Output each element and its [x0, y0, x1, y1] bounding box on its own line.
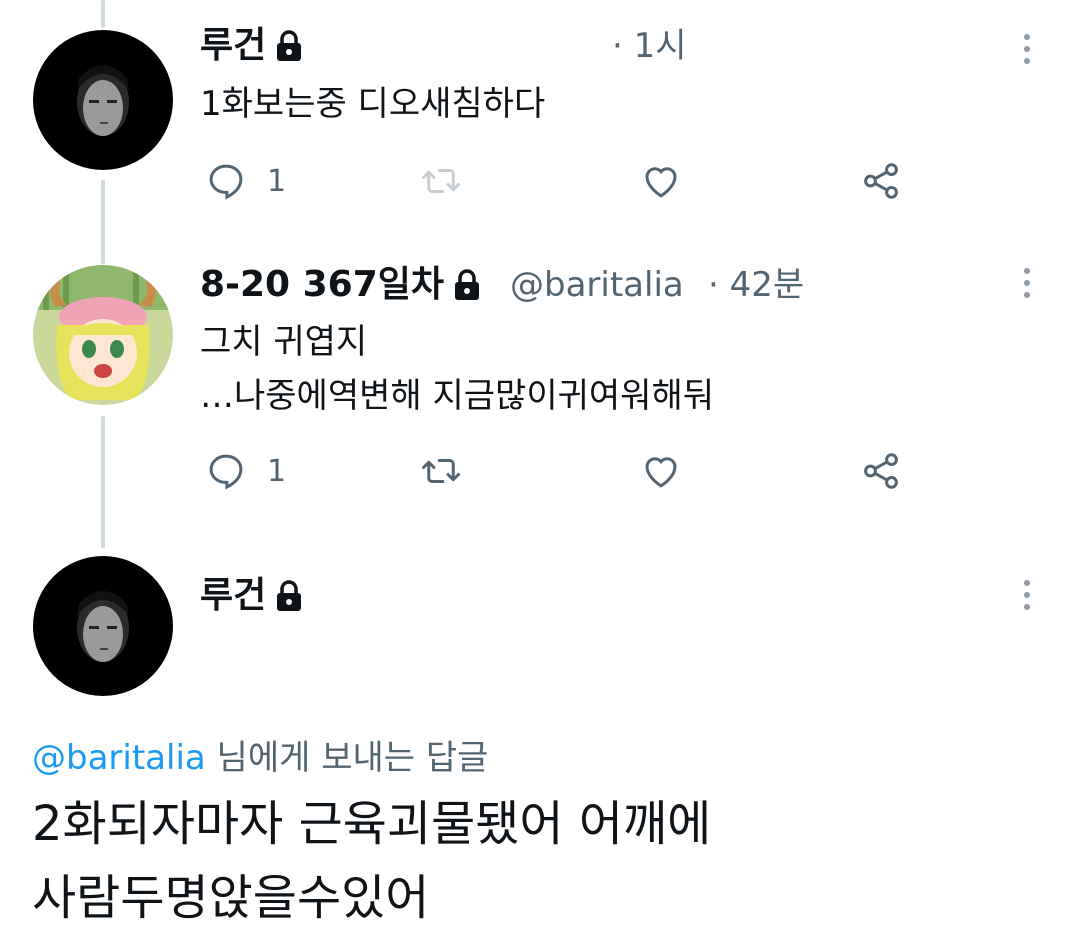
display-name-text[interactable]: 8-20 367일차	[200, 263, 444, 307]
tweet-text-line: 사람두명앉을수있어	[32, 870, 430, 926]
reply-button[interactable]: 1	[205, 160, 286, 202]
avatar[interactable]	[33, 556, 173, 696]
share-icon	[864, 163, 898, 199]
more-icon[interactable]	[1022, 580, 1032, 616]
lock-icon	[455, 269, 480, 300]
share-icon	[864, 453, 898, 489]
thread-line-top	[101, 0, 105, 28]
reply-button[interactable]: 1	[205, 450, 286, 492]
reply-count: 1	[267, 163, 287, 199]
reply-context: @baritalia 님에게 보내는 답글	[32, 730, 488, 779]
timestamp[interactable]: · 1시	[612, 24, 687, 68]
tweet-text-line: 2화되자마자 근육괴물됐어 어깨에	[32, 796, 712, 852]
handle[interactable]: @baritalia	[510, 263, 684, 307]
reply-count: 1	[267, 453, 287, 489]
retweet-icon	[422, 459, 460, 483]
display-name[interactable]: 8-20 367일차	[200, 263, 482, 307]
avatar[interactable]	[33, 30, 173, 170]
share-button[interactable]	[860, 160, 902, 202]
display-name[interactable]: 루건	[200, 574, 304, 618]
thread-line-1	[101, 180, 105, 264]
display-name[interactable]: 루건	[200, 24, 304, 68]
avatar[interactable]	[33, 265, 173, 405]
share-button[interactable]	[860, 450, 902, 492]
reply-mention-link[interactable]: @baritalia	[32, 738, 206, 778]
lock-icon	[277, 30, 302, 61]
retweet-button[interactable]	[420, 160, 462, 202]
tweet-text-line: 그치 귀엽지	[200, 322, 368, 362]
tweet-text-line: 1화보는중 디오새침하다	[200, 84, 546, 124]
reply-icon	[209, 164, 243, 200]
reply-context-suffix: 님에게 보내는 답글	[205, 738, 489, 778]
display-name-text[interactable]: 루건	[200, 24, 266, 68]
like-icon	[645, 167, 677, 198]
more-icon[interactable]	[1022, 268, 1032, 304]
like-button[interactable]	[640, 160, 682, 202]
display-name-text[interactable]: 루건	[200, 574, 266, 618]
more-icon[interactable]	[1022, 34, 1032, 70]
retweet-icon	[422, 169, 460, 193]
tweet-text-line: …나중에역변해 지금많이귀여워해둬	[200, 376, 715, 416]
retweet-button[interactable]	[420, 450, 462, 492]
thread-line-2	[101, 416, 105, 548]
reply-icon	[209, 454, 243, 490]
like-button[interactable]	[640, 450, 682, 492]
like-icon	[645, 457, 677, 488]
lock-icon	[277, 580, 302, 611]
timestamp[interactable]: · 42분	[708, 263, 804, 307]
